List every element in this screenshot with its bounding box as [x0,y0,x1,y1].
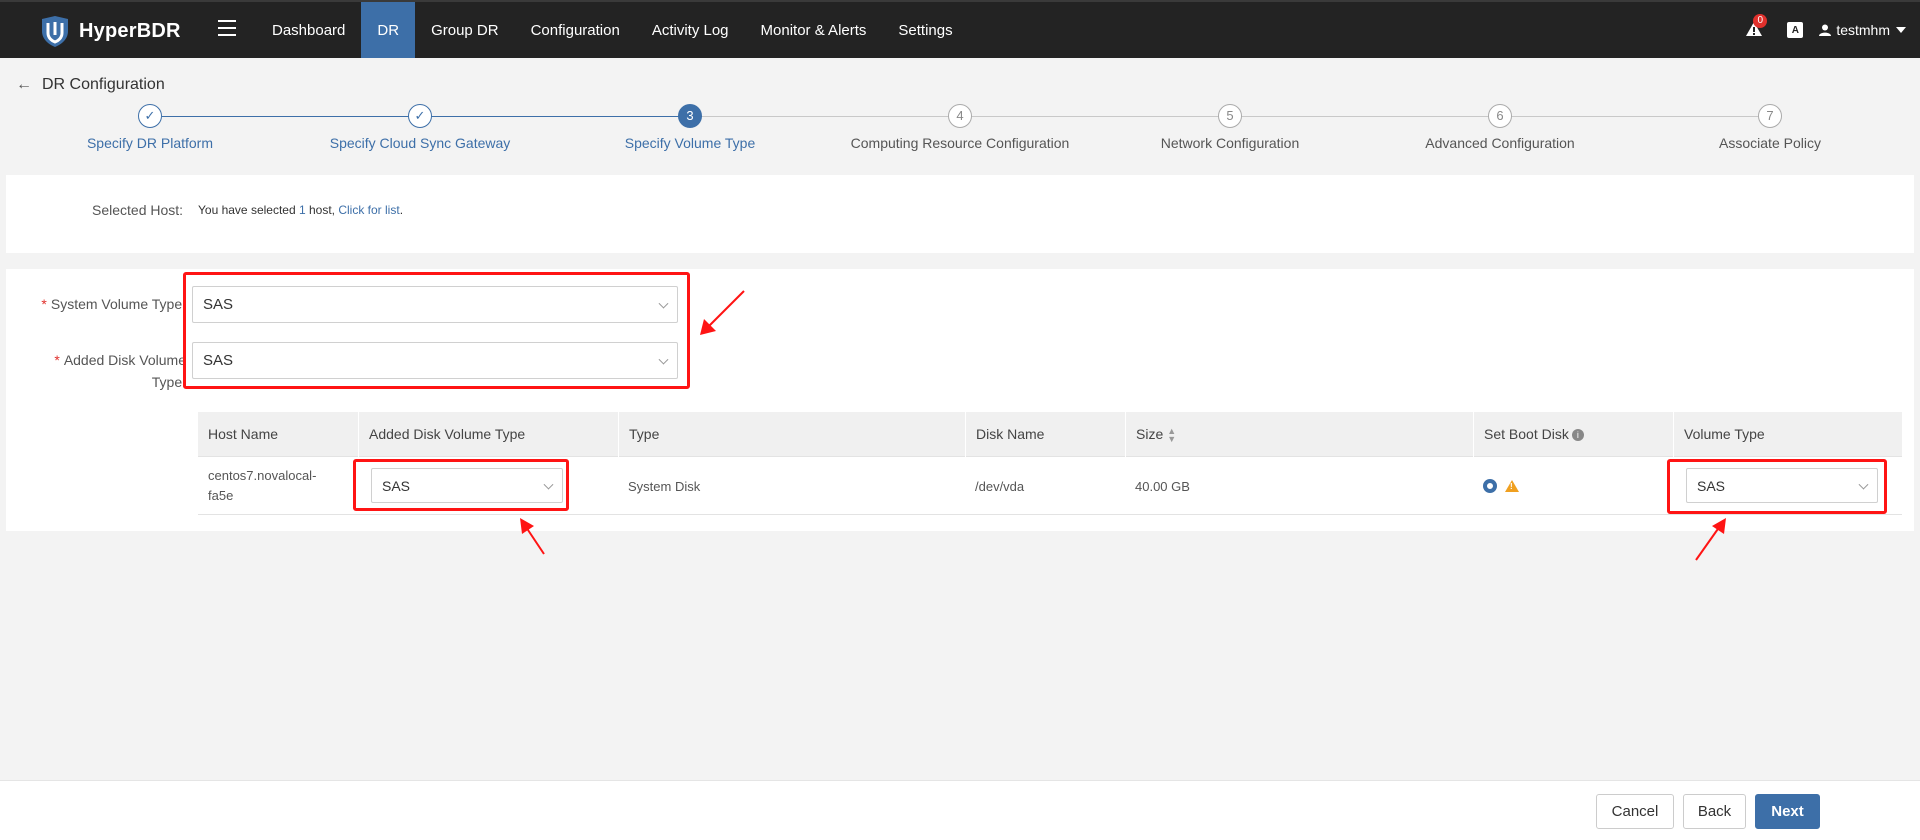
page-title: DR Configuration [42,76,165,93]
chevron-down-icon [1858,479,1869,490]
app-name: HyperBDR [79,19,181,42]
cell-size: 40.00 GB [1135,478,1190,494]
step-6[interactable]: 6 Advanced Configuration [1380,104,1620,151]
nav-settings[interactable]: Settings [882,2,968,58]
chevron-down-icon [658,298,669,309]
added-disk-volume-type-select[interactable]: SAS [192,342,678,379]
footer-actions: Cancel Back Next [0,780,1920,840]
step-5[interactable]: 5 Network Configuration [1110,104,1350,151]
main-nav: Dashboard DR Group DR Configuration Acti… [256,2,969,58]
top-navbar: HyperBDR Dashboard DR Group DR Configura… [0,0,1920,58]
boot-disk-radio[interactable] [1483,479,1497,493]
host-list-link[interactable]: Click for list [338,203,399,217]
col-type: Type [618,412,965,457]
step-1[interactable]: ✓ Specify DR Platform [30,104,270,151]
system-volume-type-select[interactable]: SAS [192,286,678,323]
chevron-down-icon [658,354,669,365]
col-added-disk-volume-type: Added Disk Volume Type [358,412,618,457]
step-number: 6 [1488,104,1512,128]
user-icon [1819,24,1832,36]
shield-logo-icon [42,16,68,47]
back-button[interactable]: Back [1683,794,1746,829]
step-number: 3 [678,104,702,128]
cancel-button[interactable]: Cancel [1596,794,1674,829]
table-row: centos7.novalocal-fa5e SAS System Disk /… [198,457,1902,515]
nav-configuration[interactable]: Configuration [515,2,636,58]
step-number: 7 [1758,104,1782,128]
check-icon: ✓ [138,104,162,128]
row-volume-type-select[interactable]: SAS [1686,468,1878,503]
page-header: ← DR Configuration [16,76,165,94]
cell-host-name: centos7.novalocal-fa5e [208,468,317,503]
row-added-disk-volume-type-select[interactable]: SAS [371,468,563,503]
alerts-button[interactable]: 0 [1745,14,1768,40]
sort-icon[interactable]: ▲ ▼ [1167,427,1176,444]
col-size[interactable]: Size ▲ ▼ [1125,412,1473,457]
check-icon: ✓ [408,104,432,128]
username: testmhm [1836,22,1890,38]
nav-group-dr[interactable]: Group DR [415,2,515,58]
warning-icon: ! [1505,480,1519,492]
step-2[interactable]: ✓ Specify Cloud Sync Gateway [300,104,540,151]
next-button[interactable]: Next [1755,794,1820,829]
step-7[interactable]: 7 Associate Policy [1650,104,1890,151]
nav-dashboard[interactable]: Dashboard [256,2,361,58]
info-icon[interactable]: i [1571,429,1584,442]
topbar-right: 0 A testmhm [1745,2,1906,58]
step-4[interactable]: 4 Computing Resource Configuration [840,104,1080,151]
col-volume-type: Volume Type [1673,412,1902,457]
nav-monitor-alerts[interactable]: Monitor & Alerts [745,2,883,58]
selected-host-panel: Selected Host: You have selected 1 host,… [6,175,1914,253]
volume-type-panel: * System Volume Type: SAS * Added Disk Vol… [6,269,1914,531]
nav-dr[interactable]: DR [361,2,416,58]
nav-activity-log[interactable]: Activity Log [636,2,745,58]
col-disk-name: Disk Name [965,412,1125,457]
added-disk-volume-type-label: * Added Disk Volume Type: [54,352,186,390]
language-icon[interactable]: A [1787,22,1804,38]
col-host-name: Host Name [208,426,279,442]
chevron-down-icon [1896,27,1906,33]
back-arrow-icon[interactable]: ← [16,76,32,94]
step-number: 4 [948,104,972,128]
selected-host-label: Selected Host: [92,202,184,218]
table-header: Host Name Added Disk Volume Type Type Di… [198,412,1902,457]
step-number: 5 [1218,104,1242,128]
step-3[interactable]: 3 Specify Volume Type [570,104,810,151]
user-menu[interactable]: testmhm [1819,22,1906,38]
selected-host-text: You have selected 1 host, Click for list… [198,203,404,217]
wizard-steps: ✓ Specify DR Platform ✓ Specify Cloud Sy… [0,100,1920,160]
system-volume-type-label: * System Volume Type: [41,296,186,312]
app-logo[interactable]: HyperBDR [38,14,181,48]
menu-toggle-icon[interactable] [218,20,236,38]
cell-type: System Disk [628,478,701,494]
cell-set-boot-disk: ! [1473,457,1673,515]
selected-host-count: 1 [298,203,306,217]
col-set-boot-disk: Set Boot Disk i [1473,412,1673,457]
cell-disk-name: /dev/vda [975,478,1025,494]
chevron-down-icon [543,479,554,490]
alert-count-badge: 0 [1753,14,1768,28]
